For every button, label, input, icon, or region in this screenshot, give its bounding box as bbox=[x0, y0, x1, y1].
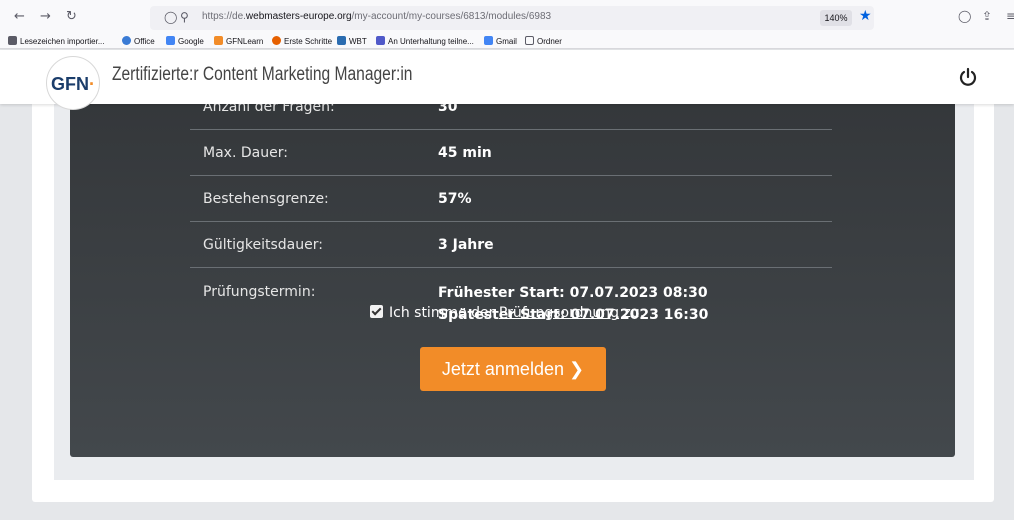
exam-row-validity: Gültigkeitsdauer: 3 Jahre bbox=[190, 222, 832, 268]
forward-icon[interactable]: → bbox=[40, 9, 51, 25]
browser-toolbar: ← → ↻ ◯ ⚲ https://de.webmasters-europe.o… bbox=[0, 0, 1014, 34]
bookmarks-bar: Lesezeichen importier... Office Google G… bbox=[0, 34, 1014, 49]
duration-value: 45 min bbox=[438, 145, 492, 161]
register-button-label: Jetzt anmelden bbox=[441, 359, 564, 379]
shield-icon[interactable]: ◯ bbox=[164, 10, 177, 24]
zoom-badge[interactable]: 140% bbox=[820, 10, 852, 26]
gfn-logo-text: GFN bbox=[51, 74, 89, 94]
exam-card: Anzahl der Fragen: 30 Max. Dauer: 45 min… bbox=[70, 50, 955, 457]
page-content: Anzahl der Fragen: 30 Max. Dauer: 45 min… bbox=[0, 50, 1014, 520]
gmail-icon bbox=[484, 36, 493, 45]
bookmark-teams[interactable]: An Unterhaltung teilne... bbox=[376, 36, 474, 46]
exam-row-pass-mark: Bestehensgrenze: 57% bbox=[190, 176, 832, 222]
pocket-icon[interactable]: ◯ bbox=[958, 9, 971, 23]
chevron-right-icon: ❯ bbox=[569, 359, 585, 379]
gfnlearn-icon bbox=[214, 36, 223, 45]
bookmark-wbt[interactable]: WBT bbox=[337, 36, 367, 46]
share-icon[interactable]: ⇪ bbox=[982, 9, 992, 23]
validity-label: Gültigkeitsdauer: bbox=[203, 237, 323, 253]
power-icon[interactable] bbox=[958, 67, 978, 87]
bookmark-erste-schritte[interactable]: Erste Schritte bbox=[272, 36, 332, 46]
consent-text: Ich stimme der bbox=[389, 305, 495, 321]
url-bar[interactable]: ◯ ⚲ https://de.webmasters-europe.org/my-… bbox=[150, 6, 874, 30]
lock-icon[interactable]: ⚲ bbox=[180, 10, 189, 24]
earliest-start: Frühester Start: 07.07.2023 08:30 bbox=[438, 285, 708, 301]
bookmark-gmail[interactable]: Gmail bbox=[484, 36, 517, 46]
firefox-icon bbox=[272, 36, 281, 45]
consent-checkbox[interactable] bbox=[370, 305, 383, 318]
star-icon[interactable]: ★ bbox=[859, 8, 872, 24]
exam-row-schedule: Prüfungstermin: Frühester Start: 07.07.2… bbox=[190, 268, 832, 338]
reload-icon[interactable]: ↻ bbox=[66, 9, 77, 25]
consent-suffix: zu. bbox=[623, 305, 645, 321]
import-icon bbox=[8, 36, 17, 45]
schedule-label: Prüfungstermin: bbox=[203, 284, 316, 300]
site-header: GFN· Zertifizierte:r Content Marketing M… bbox=[0, 50, 1014, 110]
bookmark-google[interactable]: Google bbox=[166, 36, 204, 46]
menu-icon[interactable]: ≡ bbox=[1006, 9, 1014, 23]
gfn-logo[interactable]: GFN· bbox=[46, 56, 100, 110]
pass-mark-value: 57% bbox=[438, 191, 472, 207]
folder-icon bbox=[525, 36, 534, 45]
wbt-icon bbox=[337, 36, 346, 45]
url-text[interactable]: https://de.webmasters-europe.org/my-acco… bbox=[202, 11, 551, 22]
consent-row: Ich stimme der Prüfungsordnung zu. bbox=[370, 305, 644, 325]
pass-mark-label: Bestehensgrenze: bbox=[203, 191, 329, 207]
bookmark-office[interactable]: Office bbox=[122, 36, 155, 46]
exam-rules-link[interactable]: Prüfungsordnung bbox=[499, 305, 619, 321]
course-title: Zertifizierte:r Content Marketing Manage… bbox=[112, 64, 413, 85]
teams-icon bbox=[376, 36, 385, 45]
register-button[interactable]: Jetzt anmelden ❯ bbox=[420, 347, 606, 391]
validity-value: 3 Jahre bbox=[438, 237, 494, 253]
office-icon bbox=[122, 36, 131, 45]
exam-row-duration: Max. Dauer: 45 min bbox=[190, 130, 832, 176]
bookmark-import[interactable]: Lesezeichen importier... bbox=[8, 36, 105, 46]
duration-label: Max. Dauer: bbox=[203, 145, 288, 161]
logo-dot: · bbox=[89, 74, 95, 94]
back-icon[interactable]: ← bbox=[14, 9, 25, 25]
bookmark-gfnlearn[interactable]: GFNLearn bbox=[214, 36, 263, 46]
google-icon bbox=[166, 36, 175, 45]
bookmark-ordner[interactable]: Ordner bbox=[525, 36, 562, 46]
